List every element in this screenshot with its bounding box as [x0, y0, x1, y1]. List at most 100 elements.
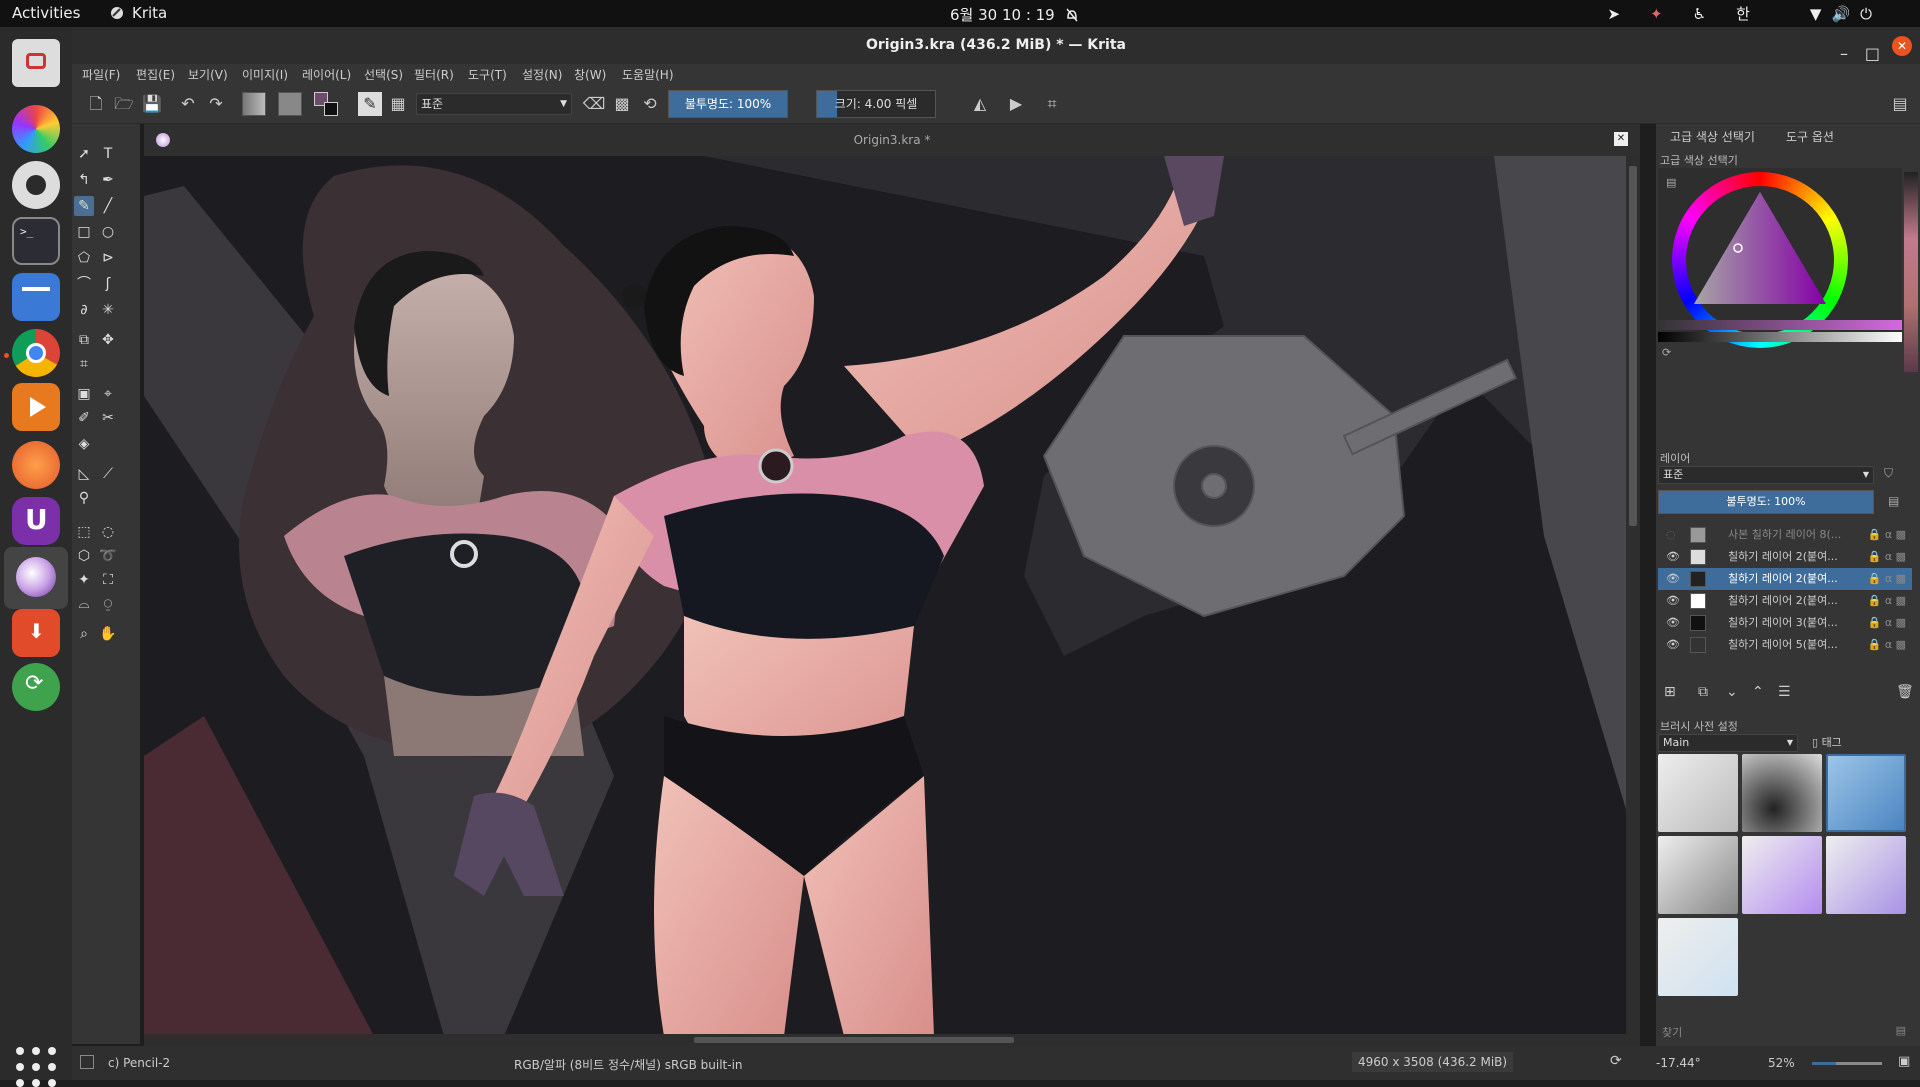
terminal-app-icon[interactable]: >_ — [12, 217, 60, 265]
wifi-icon[interactable]: ▼ — [1810, 5, 1822, 23]
video-downloader-app-icon[interactable]: ⬇ — [12, 609, 60, 657]
menu-help[interactable]: 도움말(H) — [622, 66, 674, 83]
polygon-tool-icon[interactable]: ⬠ — [74, 248, 94, 268]
accessibility-icon[interactable]: ♿ — [1693, 5, 1706, 23]
mirror-horizontal-icon[interactable]: ◭ — [968, 92, 992, 116]
pattern-selector[interactable] — [278, 92, 302, 116]
brush-preset-eraser[interactable] — [1658, 754, 1738, 832]
ime-indicator[interactable]: 한 — [1736, 3, 1750, 24]
duplicate-layer-icon[interactable]: ⧉ — [1698, 684, 1708, 700]
blend-mode-select[interactable]: 표준 ▼ — [416, 93, 572, 115]
gradient-tool-icon[interactable]: ▣ — [74, 384, 94, 404]
layer-lock-icons[interactable]: 🔒 α ▩ — [1868, 568, 1906, 590]
visibility-icon[interactable]: 👁 — [1666, 590, 1680, 612]
hsv-slider-1[interactable] — [1658, 320, 1902, 330]
menu-settings[interactable]: 설정(N) — [522, 66, 562, 83]
menu-edit[interactable]: 편집(E) — [136, 66, 175, 83]
color-picker-app-icon[interactable] — [12, 105, 60, 153]
visibility-icon[interactable]: 👁 — [1666, 568, 1680, 590]
color-picker-tool-icon[interactable]: ⌖ — [98, 384, 118, 404]
brush-preset-icon[interactable]: ✎ — [358, 92, 382, 116]
zoom-slider[interactable] — [1812, 1062, 1882, 1065]
brush-search[interactable]: 찾기 ▤ — [1658, 1022, 1912, 1040]
freehand-brush-tool-icon[interactable]: ✎ — [74, 196, 94, 216]
color-selector-settings-icon[interactable]: ▤ — [1666, 176, 1676, 189]
freehand-path-tool-icon[interactable]: ʃ — [98, 274, 118, 294]
wrap-around-icon[interactable]: ⌗ — [1040, 92, 1064, 116]
krita-dock-icon[interactable] — [4, 547, 68, 609]
rect-select-tool-icon[interactable]: ⬚ — [74, 522, 94, 542]
polyline-tool-icon[interactable]: ⊳ — [98, 248, 118, 268]
layer-blend-mode-select[interactable]: 표준 ▼ — [1658, 466, 1874, 484]
smart-patch-tool-icon[interactable]: ✂ — [98, 408, 118, 428]
ellipse-select-tool-icon[interactable]: ◌ — [98, 522, 118, 542]
magnetic-select-tool-icon[interactable]: ⍜ — [98, 594, 118, 614]
text-tool-icon[interactable]: T — [98, 144, 118, 164]
menu-window[interactable]: 창(W) — [574, 66, 606, 83]
undo-icon[interactable]: ↶ — [176, 92, 200, 116]
crop-tool-icon[interactable]: ⌗ — [74, 354, 94, 374]
background-color[interactable] — [324, 102, 338, 116]
document-tab[interactable]: Origin3.kra * ✕ — [144, 124, 1640, 156]
files-app-icon[interactable] — [12, 273, 60, 321]
menu-view[interactable]: 보기(V) — [188, 66, 228, 83]
screenshot-app-icon[interactable] — [12, 39, 60, 87]
visibility-icon[interactable]: 👁 — [1666, 634, 1680, 656]
assistant-tool-icon[interactable]: ◺ — [74, 464, 94, 484]
eraser-mode-icon[interactable]: ⌫ — [582, 92, 606, 116]
vertical-scrollbar[interactable] — [1626, 156, 1640, 1036]
zoom-value[interactable]: 52% — [1768, 1056, 1795, 1070]
menu-layer[interactable]: 레이어(L) — [302, 66, 351, 83]
tag-button[interactable]: ▯ 태그 — [1812, 734, 1842, 750]
tab-advanced-color-selector[interactable]: 고급 색상 선택기 — [1670, 128, 1755, 145]
menu-file[interactable]: 파일(F) — [82, 66, 120, 83]
reference-images-tool-icon[interactable]: ⚲ — [74, 488, 94, 508]
close-window-button[interactable]: ✕ — [1892, 36, 1912, 56]
brush-preset-ink[interactable] — [1658, 836, 1738, 914]
brush-tag-select[interactable]: Main ▼ — [1658, 734, 1798, 752]
rotation-reset-icon[interactable]: ⟳ — [1610, 1053, 1622, 1069]
open-document-icon[interactable]: 🗁 — [112, 92, 136, 116]
telegram-tray-icon[interactable]: ➤ — [1607, 5, 1620, 23]
firefox-dev-app-icon[interactable] — [12, 441, 60, 489]
brush-search-settings-icon[interactable]: ▤ — [1896, 1024, 1906, 1037]
settings-gear-icon[interactable] — [12, 161, 60, 209]
rotation-value[interactable]: -17.44° — [1656, 1056, 1701, 1070]
color-history-strip[interactable] — [1904, 172, 1918, 372]
layer-lock-icons[interactable]: 🔒 α ▩ — [1868, 590, 1906, 612]
show-applications-button[interactable] — [16, 1047, 56, 1087]
preserve-alpha-icon[interactable]: ▩ — [610, 92, 634, 116]
hsv-slider-2[interactable] — [1658, 332, 1902, 342]
visibility-off-icon[interactable]: ◌ — [1666, 524, 1676, 546]
close-document-icon[interactable]: ✕ — [1614, 132, 1628, 146]
colorize-mask-tool-icon[interactable]: ✐ — [74, 408, 94, 428]
new-document-icon[interactable]: 🗋 — [84, 92, 108, 116]
fill-tool-icon[interactable]: ◈ — [74, 434, 94, 454]
polygon-select-tool-icon[interactable]: ⬡ — [74, 546, 94, 566]
measure-tool-icon[interactable]: ⟋ — [98, 464, 118, 484]
brush-preset-watercolor[interactable] — [1742, 836, 1822, 914]
update-app-icon[interactable]: ⟳ — [12, 663, 60, 711]
contiguous-select-tool-icon[interactable]: ✦ — [74, 570, 94, 590]
fit-page-icon[interactable]: ▣ — [1898, 1054, 1910, 1069]
calligraphy-tool-icon[interactable]: ✒ — [98, 170, 118, 190]
activities-button[interactable]: Activities — [12, 4, 80, 22]
fg-bg-color-swatch[interactable] — [314, 92, 338, 116]
add-layer-icon[interactable]: ⊞ — [1664, 684, 1676, 700]
app-menu[interactable]: Krita — [110, 4, 167, 22]
select-shapes-tool-icon[interactable]: ➚ — [74, 144, 94, 164]
pan-tool-icon[interactable]: ✋ — [98, 624, 118, 644]
freehand-select-tool-icon[interactable]: ➰ — [98, 546, 118, 566]
line-tool-icon[interactable]: ╱ — [98, 196, 118, 216]
reset-color-icon[interactable]: ⟳ — [1662, 346, 1671, 359]
brush-indicator-icon[interactable] — [80, 1055, 94, 1069]
zoom-tool-icon[interactable]: ⌕ — [74, 624, 94, 644]
power-icon[interactable]: ⏻ — [1860, 5, 1872, 23]
visibility-icon[interactable]: 👁 — [1666, 612, 1680, 634]
delete-layer-icon[interactable]: 🗑 — [1896, 684, 1914, 700]
layer-lock-icons[interactable]: 🔒 α ▩ — [1868, 524, 1906, 546]
brush-preset-airbrush[interactable] — [1742, 754, 1822, 832]
media-player-app-icon[interactable] — [12, 383, 60, 431]
layer-lock-icons[interactable]: 🔒 α ▩ — [1868, 634, 1906, 656]
menu-filter[interactable]: 필터(R) — [414, 66, 454, 83]
